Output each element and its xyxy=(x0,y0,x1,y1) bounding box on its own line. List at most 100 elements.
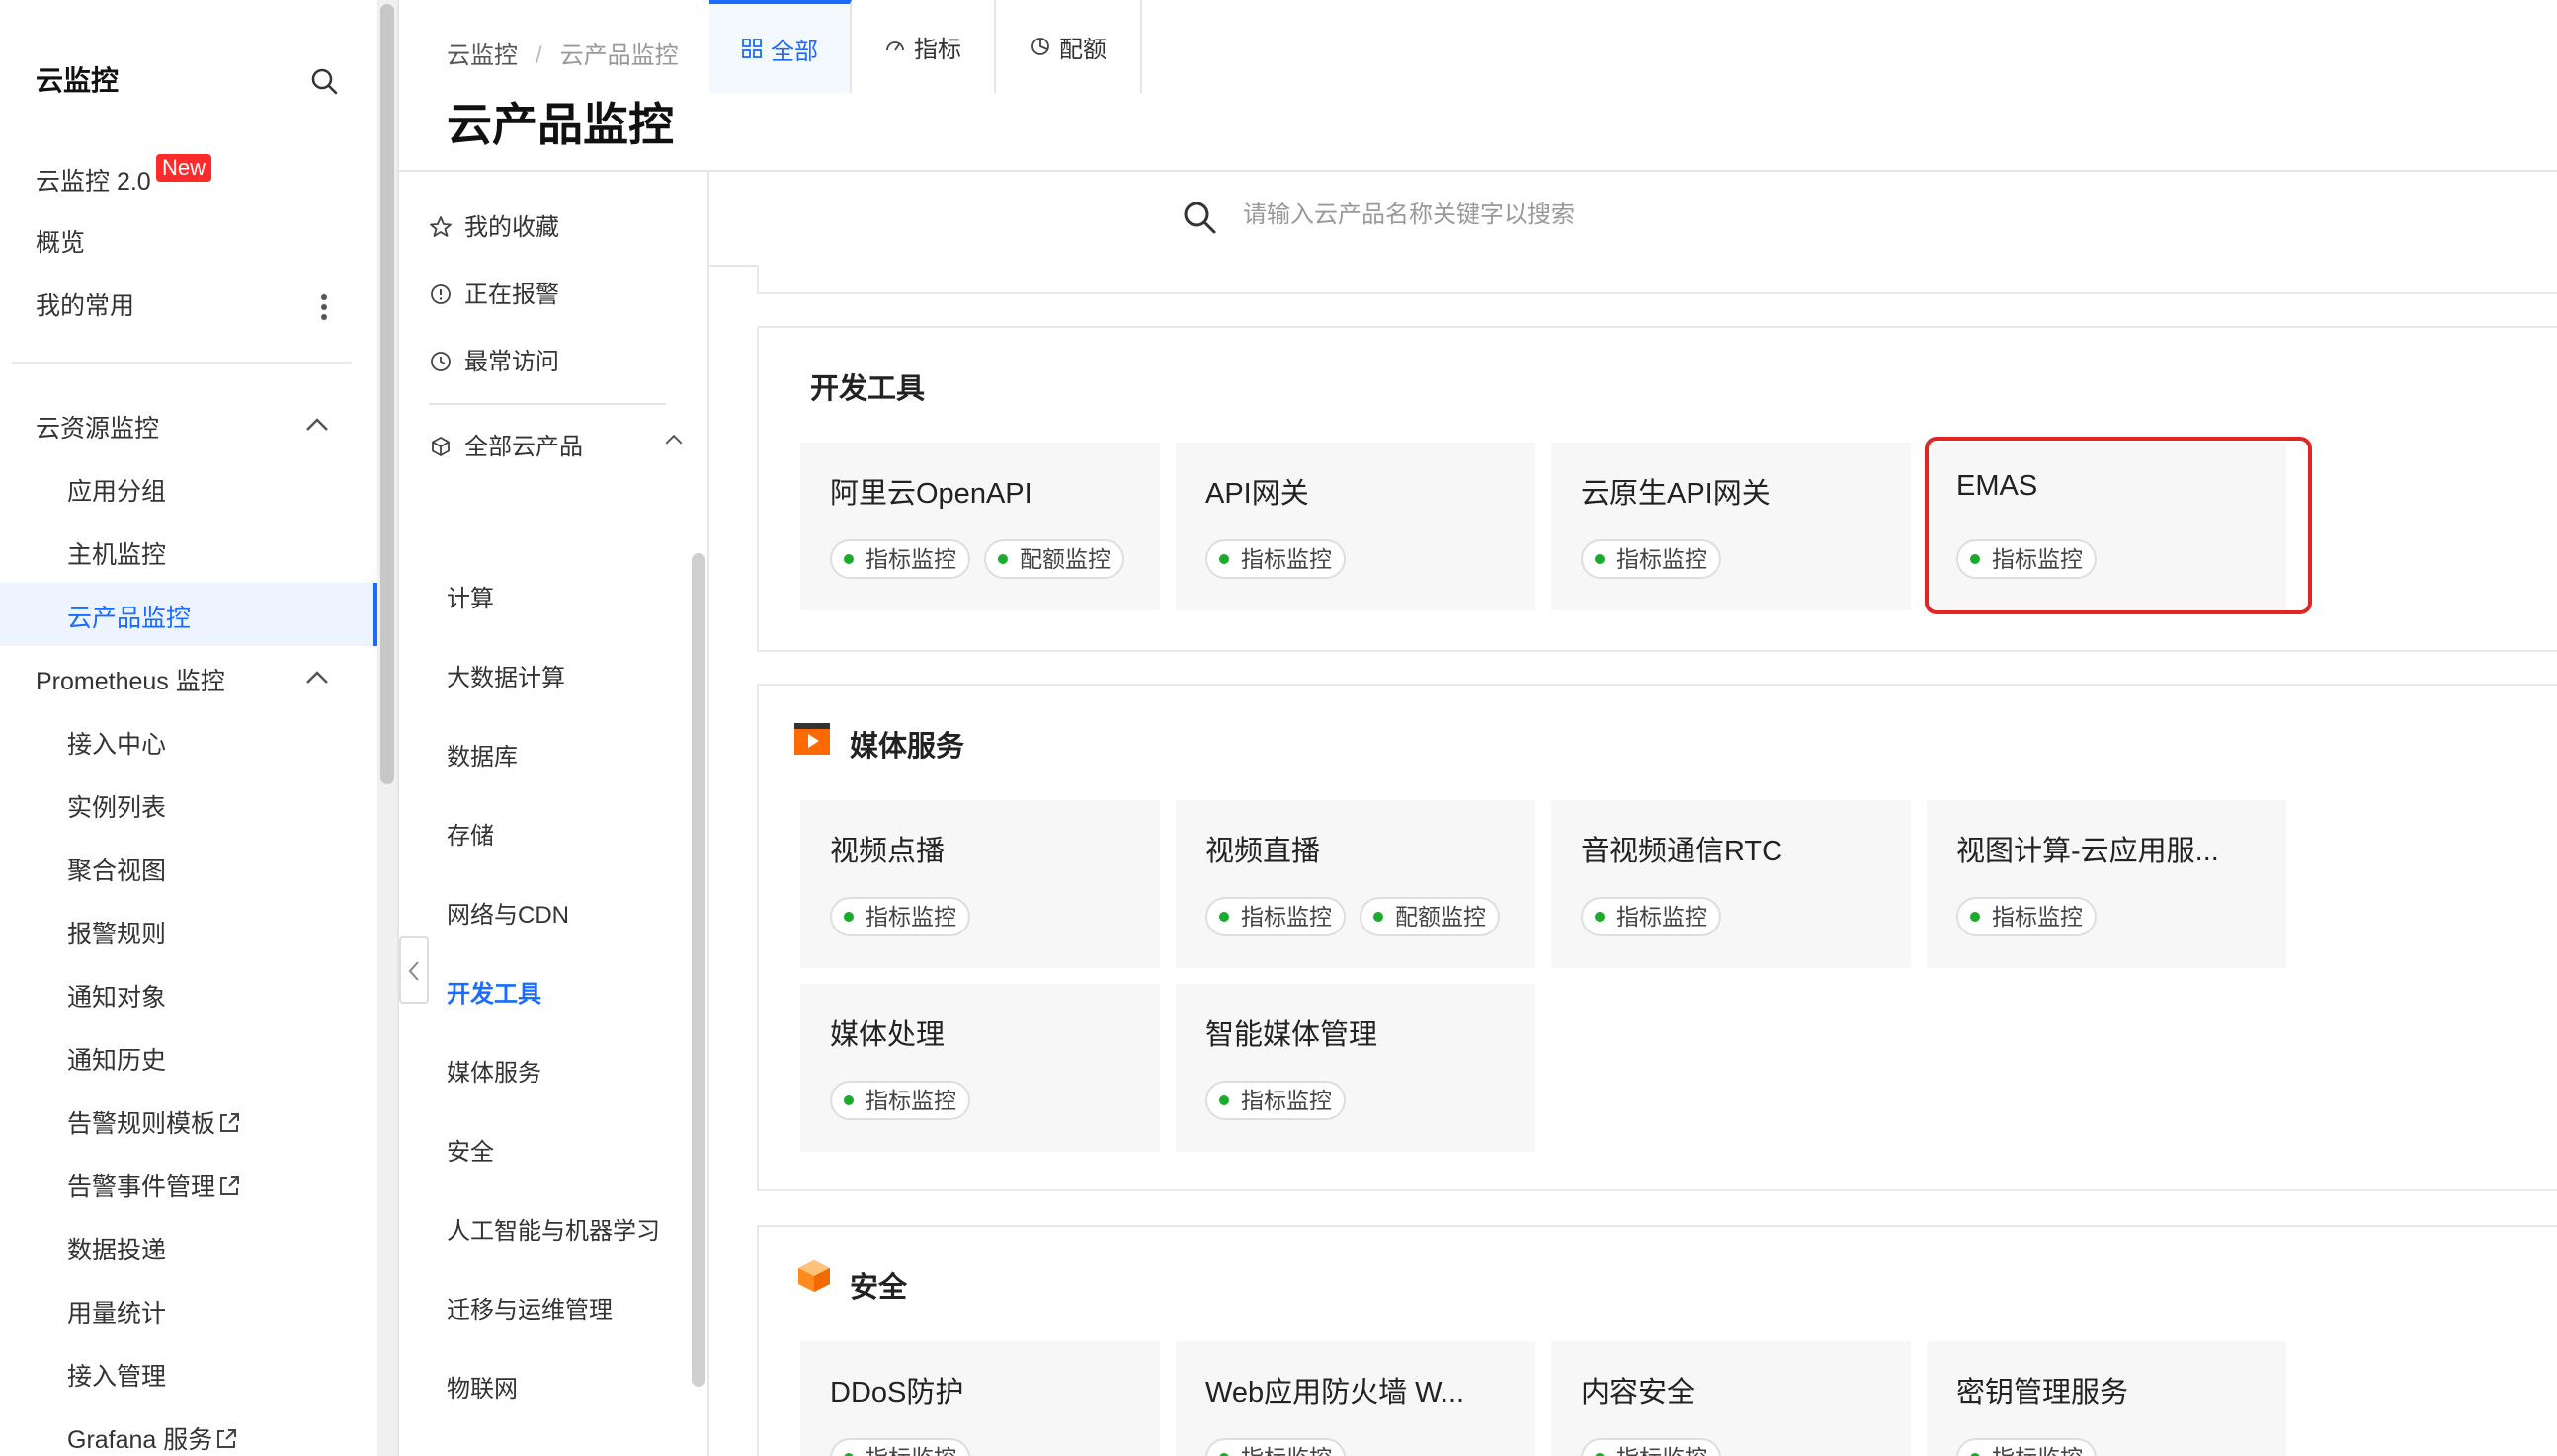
category-item-active[interactable]: 开发工具 xyxy=(447,974,541,1009)
product-card[interactable]: 密钥管理服务 指标监控 xyxy=(1927,1341,2286,1456)
sidebar-item-favorites[interactable]: 我的常用 xyxy=(36,286,134,322)
category-item[interactable]: 安全 xyxy=(447,1132,494,1167)
category-item[interactable]: 迁移与运维管理 xyxy=(447,1290,613,1325)
breadcrumb-root[interactable]: 云监控 xyxy=(447,42,518,69)
filter-alerting[interactable]: 正在报警 xyxy=(429,275,559,309)
chevron-left-icon xyxy=(408,961,419,981)
sidebar-item-alert-event[interactable]: 告警事件管理 xyxy=(67,1168,241,1203)
chevron-up-icon[interactable] xyxy=(304,417,330,433)
chevron-up-icon[interactable] xyxy=(664,433,684,446)
new-badge: New xyxy=(156,154,212,182)
sidebar-item-data-delivery[interactable]: 数据投递 xyxy=(67,1231,166,1266)
metric-monitor-chip[interactable]: 指标监控 xyxy=(1205,1081,1346,1120)
sidebar-group-resource[interactable]: 云资源监控 xyxy=(36,409,159,445)
category-item[interactable]: 计算 xyxy=(447,579,494,613)
category-scrollbar[interactable] xyxy=(692,553,705,1387)
category-item[interactable]: 人工智能与机器学习 xyxy=(447,1211,660,1246)
product-card[interactable]: Web应用防火墙 W... 指标监控 xyxy=(1176,1341,1535,1456)
category-item[interactable]: 数据库 xyxy=(447,737,518,771)
search-input[interactable] xyxy=(1243,194,2132,237)
filter-all-products[interactable]: 全部云产品 xyxy=(429,427,583,461)
metric-monitor-chip[interactable]: 指标监控 xyxy=(1956,897,2097,936)
search-icon[interactable] xyxy=(1180,198,1219,237)
product-card[interactable]: 音视频通信RTC 指标监控 xyxy=(1551,800,1911,968)
product-card[interactable]: 媒体处理 指标监控 xyxy=(800,984,1160,1152)
tab-label: 指标 xyxy=(914,36,961,63)
sidebar-item-usage-stats[interactable]: 用量统计 xyxy=(67,1294,166,1330)
product-card[interactable]: 智能媒体管理 指标监控 xyxy=(1176,984,1535,1152)
sidebar-item-aggregate-view[interactable]: 聚合视图 xyxy=(67,851,166,887)
sidebar-item-grafana[interactable]: Grafana 服务 xyxy=(67,1420,238,1456)
card-title: 音视频通信RTC xyxy=(1581,836,1783,867)
metric-monitor-chip[interactable]: 指标监控 xyxy=(1581,897,1721,936)
product-card[interactable]: 内容安全 指标监控 xyxy=(1551,1341,1911,1456)
metric-monitor-chip[interactable]: 指标监控 xyxy=(1205,539,1346,579)
collapse-sidebar-button[interactable] xyxy=(399,936,429,1004)
product-card[interactable]: 阿里云OpenAPI 指标监控 配额监控 xyxy=(800,443,1160,610)
product-card[interactable]: API网关 指标监控 xyxy=(1176,443,1535,610)
card-title: 阿里云OpenAPI xyxy=(830,478,1032,510)
quota-monitor-chip[interactable]: 配额监控 xyxy=(984,539,1124,579)
metric-monitor-chip[interactable]: 指标监控 xyxy=(830,1438,970,1456)
category-item[interactable]: 网络与CDN xyxy=(447,895,569,930)
card-title: 密钥管理服务 xyxy=(1956,1377,2129,1409)
sidebar-item-notify-target[interactable]: 通知对象 xyxy=(67,978,166,1013)
product-card[interactable]: 视图计算-云应用服... 指标监控 xyxy=(1927,800,2286,968)
product-card[interactable]: 视频点播 指标监控 xyxy=(800,800,1160,968)
category-item[interactable]: 物联网 xyxy=(447,1369,518,1404)
tab-all[interactable]: 全部 xyxy=(709,0,852,93)
breadcrumb-current: 云产品监控 xyxy=(559,42,679,69)
metric-monitor-chip[interactable]: 指标监控 xyxy=(830,1081,970,1120)
metric-monitor-chip[interactable]: 指标监控 xyxy=(1581,1438,1721,1456)
sidebar-item-access-mgmt[interactable]: 接入管理 xyxy=(67,1357,166,1393)
sidebar-item-instance-list[interactable]: 实例列表 xyxy=(67,788,166,824)
category-item[interactable]: 大数据计算 xyxy=(447,658,565,692)
sidebar-item-app-group[interactable]: 应用分组 xyxy=(67,472,166,508)
sidebar-item-cms2[interactable]: 云监控 2.0 xyxy=(36,162,151,198)
star-icon xyxy=(430,216,452,237)
sidebar-item-host-monitor[interactable]: 主机监控 xyxy=(67,535,166,571)
breadcrumb: 云监控 / 云产品监控 xyxy=(447,36,679,70)
filter-most-visited[interactable]: 最常访问 xyxy=(429,342,559,376)
more-vertical-icon[interactable] xyxy=(320,292,328,322)
sidebar-divider xyxy=(12,362,352,364)
sidebar-item-alert-template[interactable]: 告警规则模板 xyxy=(67,1104,241,1140)
clock-icon xyxy=(431,352,451,371)
section-security: 安全 DDoS防护 指标监控 Web应用防火墙 W... 指标监控 内容安全 指… xyxy=(757,1225,2557,1456)
pie-icon xyxy=(1031,38,1049,55)
sidebar-group-prometheus[interactable]: Prometheus 监控 xyxy=(36,662,225,697)
product-card[interactable]: DDoS防护 指标监控 xyxy=(800,1341,1160,1456)
breadcrumb-separator: / xyxy=(536,42,542,69)
tab-metric[interactable]: 指标 xyxy=(852,0,996,93)
product-card[interactable]: 视频直播 指标监控 配额监控 xyxy=(1176,800,1535,968)
external-link-icon xyxy=(220,1113,240,1132)
tab-quota[interactable]: 配额 xyxy=(996,0,1142,93)
filter-label: 最常访问 xyxy=(464,349,559,375)
filter-my-favorites[interactable]: 我的收藏 xyxy=(429,207,559,242)
external-link-icon xyxy=(217,1429,237,1448)
metric-monitor-chip[interactable]: 指标监控 xyxy=(1956,1438,2097,1456)
quota-monitor-chip[interactable]: 配额监控 xyxy=(1360,897,1500,936)
header-divider xyxy=(399,170,2557,172)
metric-monitor-chip[interactable]: 指标监控 xyxy=(830,897,970,936)
category-item[interactable]: 媒体服务 xyxy=(447,1053,541,1088)
metric-monitor-chip[interactable]: 指标监控 xyxy=(1205,1438,1346,1456)
product-card[interactable]: 云原生API网关 指标监控 xyxy=(1551,443,1911,610)
sidebar-item-notify-history[interactable]: 通知历史 xyxy=(67,1041,166,1077)
search-icon[interactable] xyxy=(308,65,340,97)
highlight-box xyxy=(1925,437,2312,614)
sidebar-item-cloud-product[interactable]: 云产品监控 xyxy=(67,599,191,634)
chevron-up-icon[interactable] xyxy=(304,670,330,686)
category-item[interactable]: 存储 xyxy=(447,816,494,850)
metric-monitor-chip[interactable]: 指标监控 xyxy=(830,539,970,579)
sidebar-item-overview[interactable]: 概览 xyxy=(36,223,85,259)
card-title: 媒体处理 xyxy=(830,1019,946,1051)
scrollbar-thumb[interactable] xyxy=(380,4,394,784)
sidebar-item-access-center[interactable]: 接入中心 xyxy=(67,725,166,761)
metric-monitor-chip[interactable]: 指标监控 xyxy=(1581,539,1721,579)
sidebar-scrollbar[interactable] xyxy=(377,0,397,1456)
security-icon xyxy=(798,1260,830,1292)
sidebar-item-alert-rules[interactable]: 报警规则 xyxy=(67,915,166,950)
sidebar-item-label: 告警事件管理 xyxy=(67,1173,216,1201)
metric-monitor-chip[interactable]: 指标监控 xyxy=(1205,897,1346,936)
